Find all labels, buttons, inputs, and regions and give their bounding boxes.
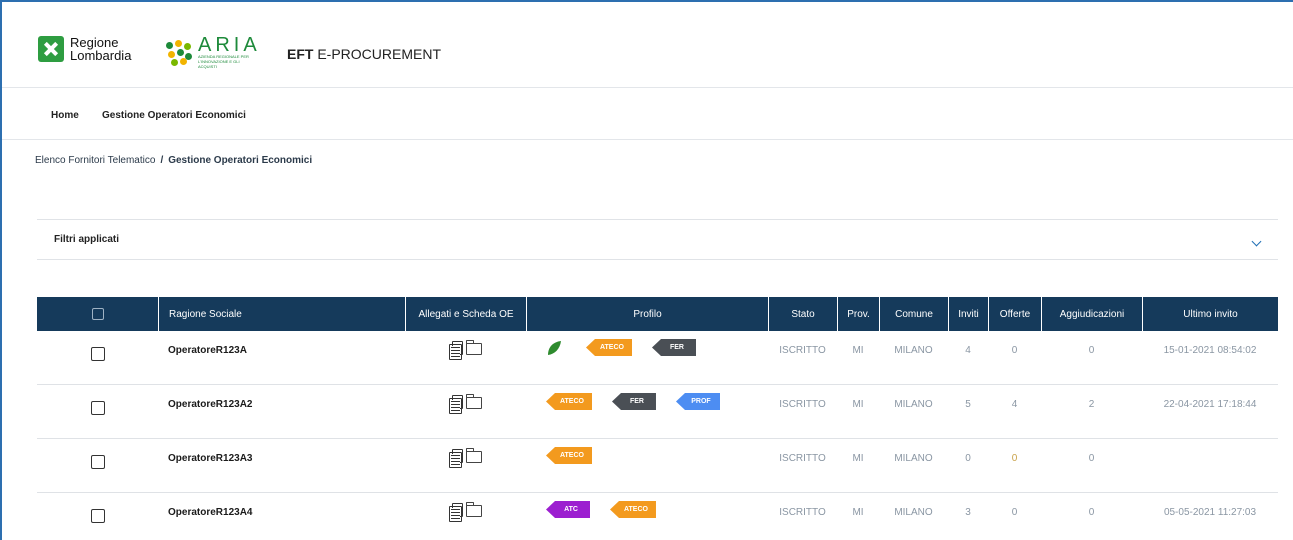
main-nav: Home Gestione Operatori Economici bbox=[2, 88, 1293, 140]
folder-icon[interactable] bbox=[466, 394, 482, 409]
document-icon[interactable] bbox=[449, 395, 463, 414]
aria-subtitle: AZIENDA REGIONALE PER L'INNOVAZIONE E GL… bbox=[198, 54, 249, 69]
filters-label: Filtri applicati bbox=[54, 234, 120, 245]
aggiudicazioni: 2 bbox=[1088, 399, 1095, 410]
header-allegati[interactable]: Allegati e Scheda OE bbox=[405, 297, 526, 331]
fer-badge: FER bbox=[651, 339, 696, 356]
nav-home[interactable]: Home bbox=[51, 110, 79, 121]
row-checkbox[interactable] bbox=[90, 509, 105, 523]
aggiudicazioni: 0 bbox=[1088, 507, 1095, 518]
document-icon[interactable] bbox=[449, 503, 463, 522]
header-ultimo-invito[interactable]: Ultimo invito bbox=[1142, 297, 1278, 331]
comune: MILANO bbox=[894, 453, 933, 464]
row-checkbox[interactable] bbox=[90, 401, 105, 415]
operators-table: Ragione Sociale Allegati e Scheda OE Pro… bbox=[37, 297, 1278, 540]
stato: ISCRITTO bbox=[779, 399, 826, 410]
fer-badge: FER bbox=[611, 393, 656, 410]
regione-lombardia-logo[interactable]: Regione Lombardia bbox=[38, 36, 131, 62]
chevron-down-icon[interactable] bbox=[1251, 236, 1262, 247]
aria-wordmark: ARIA bbox=[198, 34, 261, 56]
aria-dots-icon bbox=[166, 39, 192, 66]
aria-logo[interactable]: ARIA AZIENDA REGIONALE PER L'INNOVAZIONE… bbox=[166, 34, 261, 69]
app-title-bold: EFT bbox=[287, 46, 314, 62]
regione-line2: Lombardia bbox=[70, 48, 132, 63]
ragione-sociale[interactable]: OperatoreR123A4 bbox=[158, 493, 405, 540]
breadcrumb-parent[interactable]: Elenco Fornitori Telematico bbox=[35, 155, 155, 166]
row-checkbox[interactable] bbox=[90, 455, 105, 469]
profilo-badges: ATECO bbox=[526, 439, 768, 493]
top-header: Regione Lombardia ARIA AZIENDA REGIONALE… bbox=[2, 2, 1293, 88]
table-row[interactable]: OperatoreR123A ATECO FER ISCRITTO MI MIL… bbox=[37, 331, 1278, 385]
inviti: 0 bbox=[965, 453, 971, 464]
prov: MI bbox=[852, 507, 864, 518]
comune: MILANO bbox=[894, 399, 933, 410]
offerte: 0 bbox=[1011, 345, 1018, 356]
stato: ISCRITTO bbox=[779, 507, 826, 518]
aggiudicazioni: 0 bbox=[1088, 345, 1095, 356]
table-header: Ragione Sociale Allegati e Scheda OE Pro… bbox=[37, 297, 1278, 331]
ragione-sociale[interactable]: OperatoreR123A bbox=[158, 331, 405, 385]
ultimo-invito: 22-04-2021 17:18:44 bbox=[1163, 399, 1257, 410]
document-icon[interactable] bbox=[449, 449, 463, 468]
prov: MI bbox=[852, 345, 864, 356]
header-profilo[interactable]: Profilo bbox=[526, 297, 768, 331]
ragione-sociale[interactable]: OperatoreR123A3 bbox=[158, 439, 405, 493]
header-inviti[interactable]: Inviti bbox=[948, 297, 988, 331]
filters-panel[interactable]: Filtri applicati bbox=[37, 219, 1278, 260]
breadcrumb-separator: / bbox=[160, 155, 164, 166]
ragione-sociale[interactable]: OperatoreR123A2 bbox=[158, 385, 405, 439]
nav-gestione-operatori[interactable]: Gestione Operatori Economici bbox=[102, 110, 246, 121]
header-prov[interactable]: Prov. bbox=[837, 297, 879, 331]
regione-lombardia-icon bbox=[38, 36, 64, 62]
header-offerte[interactable]: Offerte bbox=[988, 297, 1041, 331]
header-select-all bbox=[37, 297, 158, 331]
ultimo-invito: 15-01-2021 08:54:02 bbox=[1163, 345, 1257, 356]
profilo-badges: ATECO FER bbox=[526, 331, 768, 385]
atc-badge: ATC bbox=[546, 501, 590, 518]
inviti: 3 bbox=[965, 507, 971, 518]
prov: MI bbox=[852, 453, 864, 464]
aggiudicazioni: 0 bbox=[1088, 453, 1095, 464]
row-checkbox[interactable] bbox=[90, 347, 105, 361]
folder-icon[interactable] bbox=[466, 448, 482, 463]
header-ragione-sociale[interactable]: Ragione Sociale bbox=[158, 297, 405, 331]
offerte: 4 bbox=[1011, 399, 1018, 410]
header-aggiudicazioni[interactable]: Aggiudicazioni bbox=[1041, 297, 1142, 331]
profilo-badges: ATECO FER PROF bbox=[526, 385, 768, 439]
stato: ISCRITTO bbox=[779, 453, 826, 464]
ateco-badge: ATECO bbox=[546, 447, 592, 464]
offerte: 0 bbox=[1011, 453, 1018, 464]
table-row[interactable]: OperatoreR123A4 ATC ATECO ISCRITTO MI MI… bbox=[37, 493, 1278, 540]
app-title: EFT E-PROCUREMENT bbox=[287, 46, 441, 62]
prof-badge: PROF bbox=[675, 393, 720, 410]
comune: MILANO bbox=[894, 507, 933, 518]
document-icon[interactable] bbox=[449, 341, 463, 360]
ateco-badge: ATECO bbox=[586, 339, 632, 356]
prov: MI bbox=[852, 399, 864, 410]
header-comune[interactable]: Comune bbox=[879, 297, 948, 331]
offerte: 0 bbox=[1011, 507, 1018, 518]
ateco-badge: ATECO bbox=[546, 393, 592, 410]
header-stato[interactable]: Stato bbox=[768, 297, 837, 331]
inviti: 5 bbox=[965, 399, 971, 410]
ultimo-invito bbox=[1142, 439, 1278, 493]
table-row[interactable]: OperatoreR123A3 ATECO ISCRITTO MI MILANO… bbox=[37, 439, 1278, 493]
folder-icon[interactable] bbox=[466, 502, 482, 517]
breadcrumb: Elenco Fornitori Telematico / Gestione Ope… bbox=[35, 155, 312, 166]
breadcrumb-current: Gestione Operatori Economici bbox=[168, 155, 313, 166]
ultimo-invito: 05-05-2021 11:27:03 bbox=[1163, 507, 1257, 518]
ateco-badge: ATECO bbox=[610, 501, 656, 518]
leaf-icon bbox=[548, 340, 561, 355]
app-title-rest: E-PROCUREMENT bbox=[313, 46, 442, 62]
comune: MILANO bbox=[894, 345, 933, 356]
stato: ISCRITTO bbox=[779, 345, 826, 356]
inviti: 4 bbox=[965, 345, 971, 356]
table-row[interactable]: OperatoreR123A2 ATECO FER PROF ISCRITTO … bbox=[37, 385, 1278, 439]
folder-icon[interactable] bbox=[466, 340, 482, 355]
profilo-badges: ATC ATECO bbox=[526, 493, 768, 540]
select-all-checkbox[interactable] bbox=[91, 308, 104, 320]
